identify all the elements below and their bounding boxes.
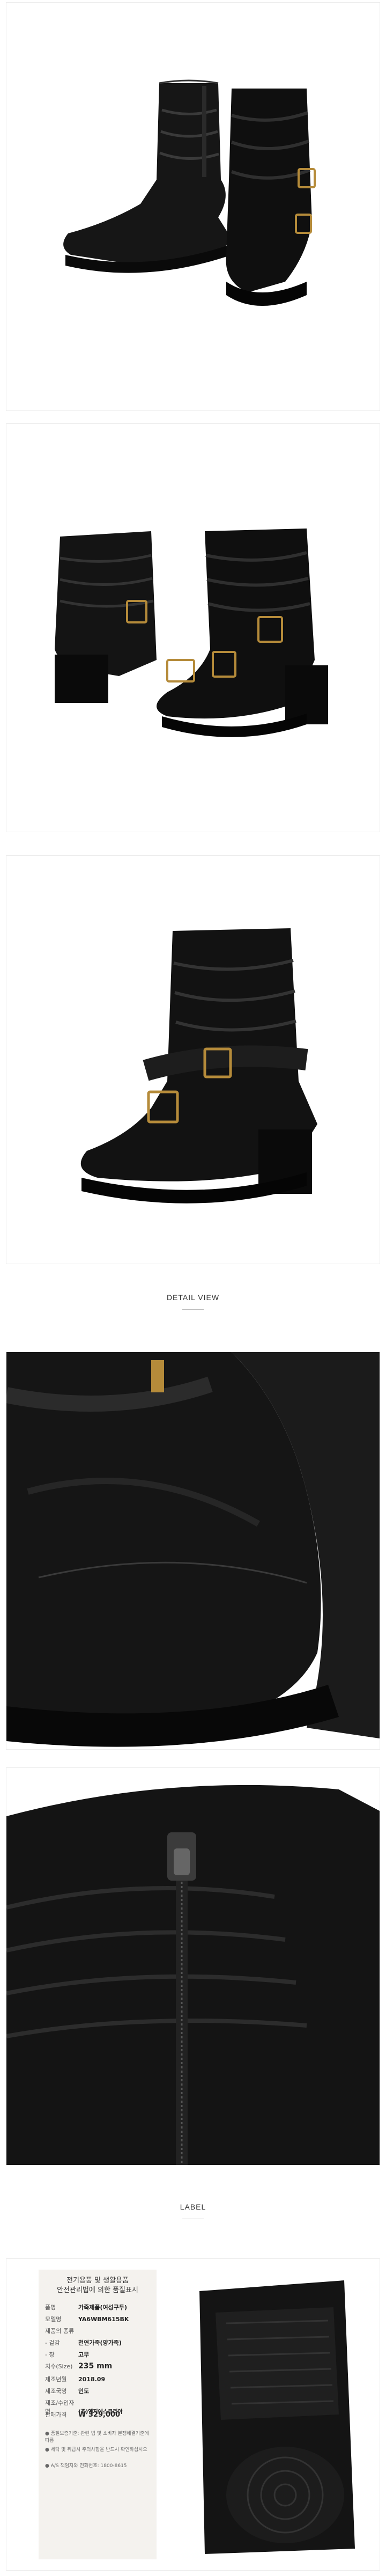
label-row: 제품의 종류 (45, 2327, 78, 2335)
label-key: 치수(Size) (45, 2363, 73, 2370)
label-header-line1: 전기용품 및 생활용품 (66, 2277, 129, 2285)
label-header-line2: 안전관리법에 의한 품질표시 (57, 2286, 138, 2294)
boot-toe-closeup-image (6, 1352, 380, 1749)
label-note: ● 품질보증기준: 관련 법 및 소비자 분쟁해결기준에 따름 (45, 2431, 149, 2443)
label-row: 모델명 YA6WBM615BK (45, 2315, 129, 2323)
label-key: 품명 (45, 2304, 56, 2311)
label-value: 2018.09 (78, 2376, 106, 2383)
label-row: 판매가격 W 329,000 (45, 2410, 120, 2419)
label-value: 고무 (78, 2351, 90, 2358)
product-photo-2 (6, 424, 380, 832)
boot-single-image (6, 856, 380, 1264)
label-row: 품명 가죽제품(여성구두) (45, 2303, 127, 2311)
label-row: 제조국명 인도 (45, 2387, 89, 2395)
label-value: 인도 (78, 2388, 90, 2395)
label-title: LABEL (180, 2203, 206, 2211)
label-row: 제조년월 2018.09 (45, 2375, 105, 2383)
boot-zipper-closeup-image (6, 1768, 380, 2165)
label-value: 가죽제품(여성구두) (78, 2304, 128, 2311)
label-key: 제조년월 (45, 2376, 67, 2383)
label-value: 235 mm (78, 2362, 113, 2370)
label-key: 판매가격 (45, 2411, 67, 2418)
label-note: ● 세탁 및 취급시 주의사항을 반드시 확인하십시오 (45, 2447, 147, 2453)
label-row: 치수(Size) 235 mm (45, 2362, 112, 2370)
label-row: - 겉감 천연가죽(양가죽) (45, 2338, 122, 2347)
label-key: - 창 (45, 2351, 55, 2358)
product-photo-1 (6, 3, 380, 410)
label-panel: 전기용품 및 생활용품 안전관리법에 의한 품질표시 품명 가죽제품(여성구두) … (6, 2259, 380, 2570)
care-label-card: 전기용품 및 생활용품 안전관리법에 의한 품질표시 품명 가죽제품(여성구두) … (39, 2270, 157, 2559)
detail-photo-zipper (6, 1768, 380, 2165)
detail-photo-toe (6, 1352, 380, 1749)
label-key: 모델명 (45, 2316, 62, 2323)
label-value: 천연가죽(양가죽) (78, 2339, 122, 2346)
label-value: YA6WBM615BK (78, 2316, 129, 2323)
label-key: - 겉감 (45, 2339, 60, 2346)
boot-pair-front-image (6, 424, 380, 832)
label-row: - 창 고무 (45, 2350, 89, 2359)
sole-photo (183, 2270, 360, 2559)
label-key: 제조국명 (45, 2388, 67, 2395)
product-photo-3 (6, 856, 380, 1264)
label-value: W 329,000 (78, 2411, 121, 2419)
detail-view-title: DETAIL VIEW (166, 1293, 220, 1302)
boot-pair-side-image (6, 3, 380, 410)
label-key: 제품의 종류 (45, 2328, 75, 2335)
label-note: ● A/S 책임자와 전화번호: 1800-8615 (45, 2463, 127, 2469)
detail-view-divider (182, 1309, 204, 1310)
